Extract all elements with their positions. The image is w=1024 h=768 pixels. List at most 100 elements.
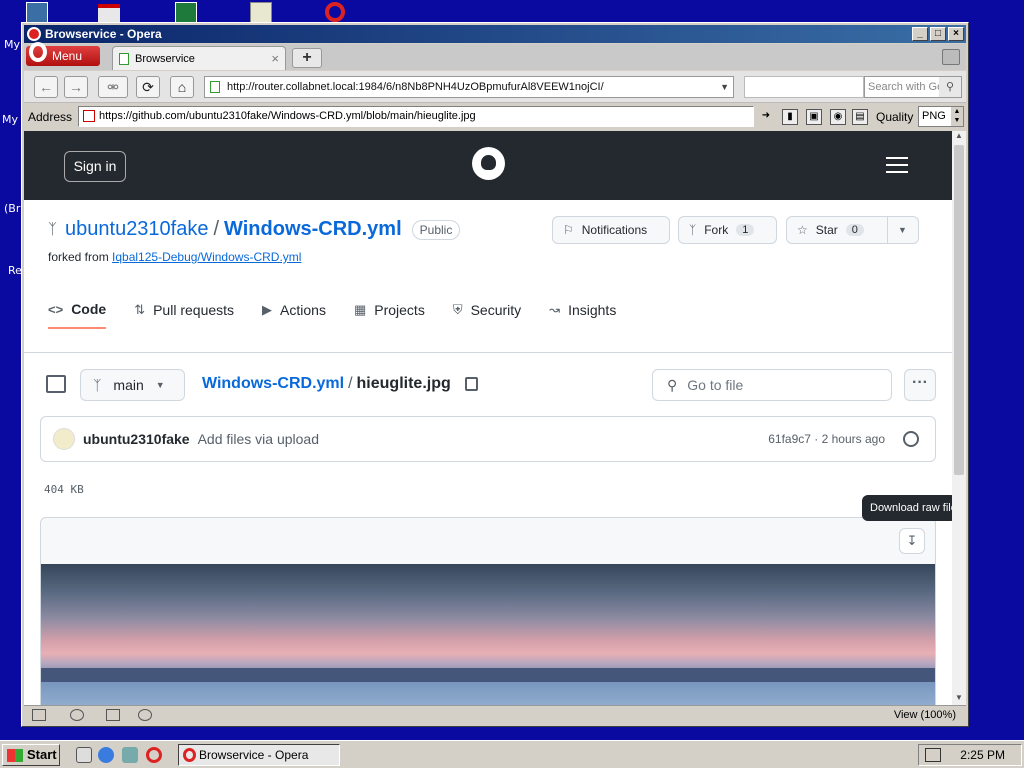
tab-insights-label: Insights <box>568 302 617 318</box>
tab-projects-label: Projects <box>374 302 425 318</box>
history-icon[interactable] <box>903 431 919 447</box>
breadcrumb-separator: / <box>348 375 353 392</box>
notifications-button[interactable]: ⚐ Notifications <box>552 216 670 244</box>
address-input[interactable]: https://github.com/ubuntu2310fake/Window… <box>78 106 754 127</box>
image-preview <box>41 564 935 705</box>
commit-meta[interactable]: 61fa9c7 · 2 hours ago <box>768 432 885 446</box>
side-panel-icon[interactable] <box>46 375 66 393</box>
desktop-icon-excel[interactable] <box>175 2 197 24</box>
search-icon[interactable]: ⚲ <box>939 77 961 97</box>
spinner-icon[interactable]: ▲ ▼ <box>951 107 963 126</box>
commit-message[interactable]: Add files via upload <box>198 431 319 447</box>
tab-browservice[interactable]: Browservice × <box>112 46 286 70</box>
clipboard-icon[interactable]: ▤ <box>852 109 868 125</box>
desktop-icon-my-computer[interactable] <box>26 2 48 24</box>
desktop-label: (Br <box>4 202 21 215</box>
desktop-label: My <box>4 38 21 51</box>
forked-from: forked from Iqbal125-Debug/Windows-CRD.y… <box>48 250 301 264</box>
chevron-down-icon: ▼ <box>898 225 907 235</box>
bell-icon: ⚐ <box>563 223 574 237</box>
desktop-icon-opera[interactable] <box>325 2 345 22</box>
repo-owner-link[interactable]: ubuntu2310fake <box>65 218 208 241</box>
scroll-down-icon[interactable]: ▼ <box>952 693 966 705</box>
repo-name-link[interactable]: Windows-CRD.yml <box>224 218 402 241</box>
forked-prefix: forked from <box>48 250 109 264</box>
fork-button[interactable]: ᛉ Fork 1 <box>678 216 777 244</box>
tab-code-label: Code <box>71 301 107 317</box>
hamburger-menu-icon[interactable] <box>886 157 908 178</box>
taskbar: Start Browservice - Opera 2:25 PM <box>0 740 1024 768</box>
tab-insights[interactable]: ↝ Insights <box>549 291 616 329</box>
more-options-button[interactable]: ··· <box>904 369 936 401</box>
network-icon[interactable] <box>122 747 138 763</box>
tab-actions-label: Actions <box>280 302 326 318</box>
go-to-file-input[interactable]: ⚲ Go to file <box>652 369 892 401</box>
vertical-scrollbar[interactable]: ▲ ▼ <box>952 131 966 705</box>
find-icon[interactable]: ◉ <box>830 109 846 125</box>
minimize-button[interactable]: _ <box>912 27 928 41</box>
fork-count: 1 <box>736 224 755 236</box>
transfers-icon[interactable] <box>106 709 120 721</box>
desktop-icon-clock[interactable] <box>250 2 272 24</box>
tab-actions[interactable]: ▶ Actions <box>262 291 326 329</box>
fork-icon: ᛉ <box>689 223 697 237</box>
chevron-down-icon[interactable]: ▼ <box>720 77 729 97</box>
file-viewer: ↧ <box>40 517 936 705</box>
repo-nav: <> Code ⇅ Pull requests ▶ Actions ▦ Projects… <box>48 291 644 329</box>
download-icon[interactable]: ↧ <box>899 528 925 554</box>
close-button[interactable]: × <box>948 27 964 41</box>
avatar[interactable] <box>53 428 75 450</box>
fork-label: Fork <box>704 223 729 237</box>
ie-icon[interactable] <box>98 747 114 763</box>
star-label: Star <box>815 223 838 237</box>
page-icon <box>210 81 220 93</box>
forward-button[interactable]: → <box>64 76 88 98</box>
go-arrow-icon[interactable]: ➜ <box>758 109 774 125</box>
scroll-up-icon[interactable]: ▲ <box>952 131 966 143</box>
back-button[interactable]: ← <box>34 76 58 98</box>
tab-projects[interactable]: ▦ Projects <box>354 291 425 329</box>
bookmark-icon[interactable]: ▮ <box>782 109 798 125</box>
tab-code[interactable]: <> Code <box>48 291 107 329</box>
star-dropdown-button[interactable]: ▼ <box>887 216 919 244</box>
forked-source-link[interactable]: Iqbal125-Debug/Windows-CRD.yml <box>112 250 301 264</box>
window-titlebar[interactable]: Browservice - Opera _ □ × <box>24 25 966 43</box>
breadcrumb-repo-link[interactable]: Windows-CRD.yml <box>202 375 344 393</box>
nav-toolbar: ← → ⚮ ⟳ ⌂ http://router.collabnet.local:… <box>24 71 966 103</box>
new-tab-button[interactable]: + <box>292 48 322 68</box>
start-button[interactable]: Start <box>2 744 60 766</box>
trash-icon[interactable] <box>942 49 960 65</box>
block-icon[interactable] <box>138 709 152 721</box>
sync-icon[interactable] <box>70 709 84 721</box>
taskbar-item-browservice[interactable]: Browservice - Opera <box>178 744 340 766</box>
show-desktop-icon[interactable] <box>76 747 92 763</box>
tray-icon[interactable] <box>925 748 941 762</box>
clock[interactable]: 2:25 PM <box>960 745 1005 765</box>
commit-author[interactable]: ubuntu2310fake <box>83 431 190 447</box>
panel-toggle-icon[interactable] <box>32 709 46 721</box>
key-icon[interactable]: ⚮ <box>98 76 128 98</box>
play-icon: ▶ <box>262 302 273 317</box>
github-logo-icon[interactable] <box>472 147 505 180</box>
search-input[interactable]: Search with Google ⚲ <box>864 76 962 98</box>
tab-security[interactable]: ⛨ Security <box>453 291 521 329</box>
star-button[interactable]: ☆ Star 0 <box>786 216 888 244</box>
tab-pull-requests[interactable]: ⇅ Pull requests <box>134 291 234 329</box>
branch-icon: ᛉ <box>93 377 102 393</box>
shield-icon: ⛨ <box>452 302 463 317</box>
scroll-thumb[interactable] <box>954 145 964 475</box>
home-button[interactable]: ⌂ <box>170 76 194 98</box>
tab-close-icon[interactable]: × <box>271 51 279 66</box>
pages-icon[interactable]: ▣ <box>806 109 822 125</box>
url-field[interactable]: http://router.collabnet.local:1984/6/n8N… <box>204 76 734 98</box>
zoom-level[interactable]: View (100%) <box>894 709 956 721</box>
opera-menu-button[interactable]: Menu <box>26 42 100 66</box>
desktop-label: Re <box>8 264 22 277</box>
quality-select[interactable]: PNG ▲ ▼ <box>918 106 964 127</box>
sign-in-button[interactable]: Sign in <box>64 151 126 182</box>
maximize-button[interactable]: □ <box>930 27 946 41</box>
opera-icon[interactable] <box>146 747 162 763</box>
branch-select-button[interactable]: ᛉ main ▼ <box>80 369 185 401</box>
reload-button[interactable]: ⟳ <box>136 76 160 98</box>
copy-path-icon[interactable] <box>464 377 478 391</box>
